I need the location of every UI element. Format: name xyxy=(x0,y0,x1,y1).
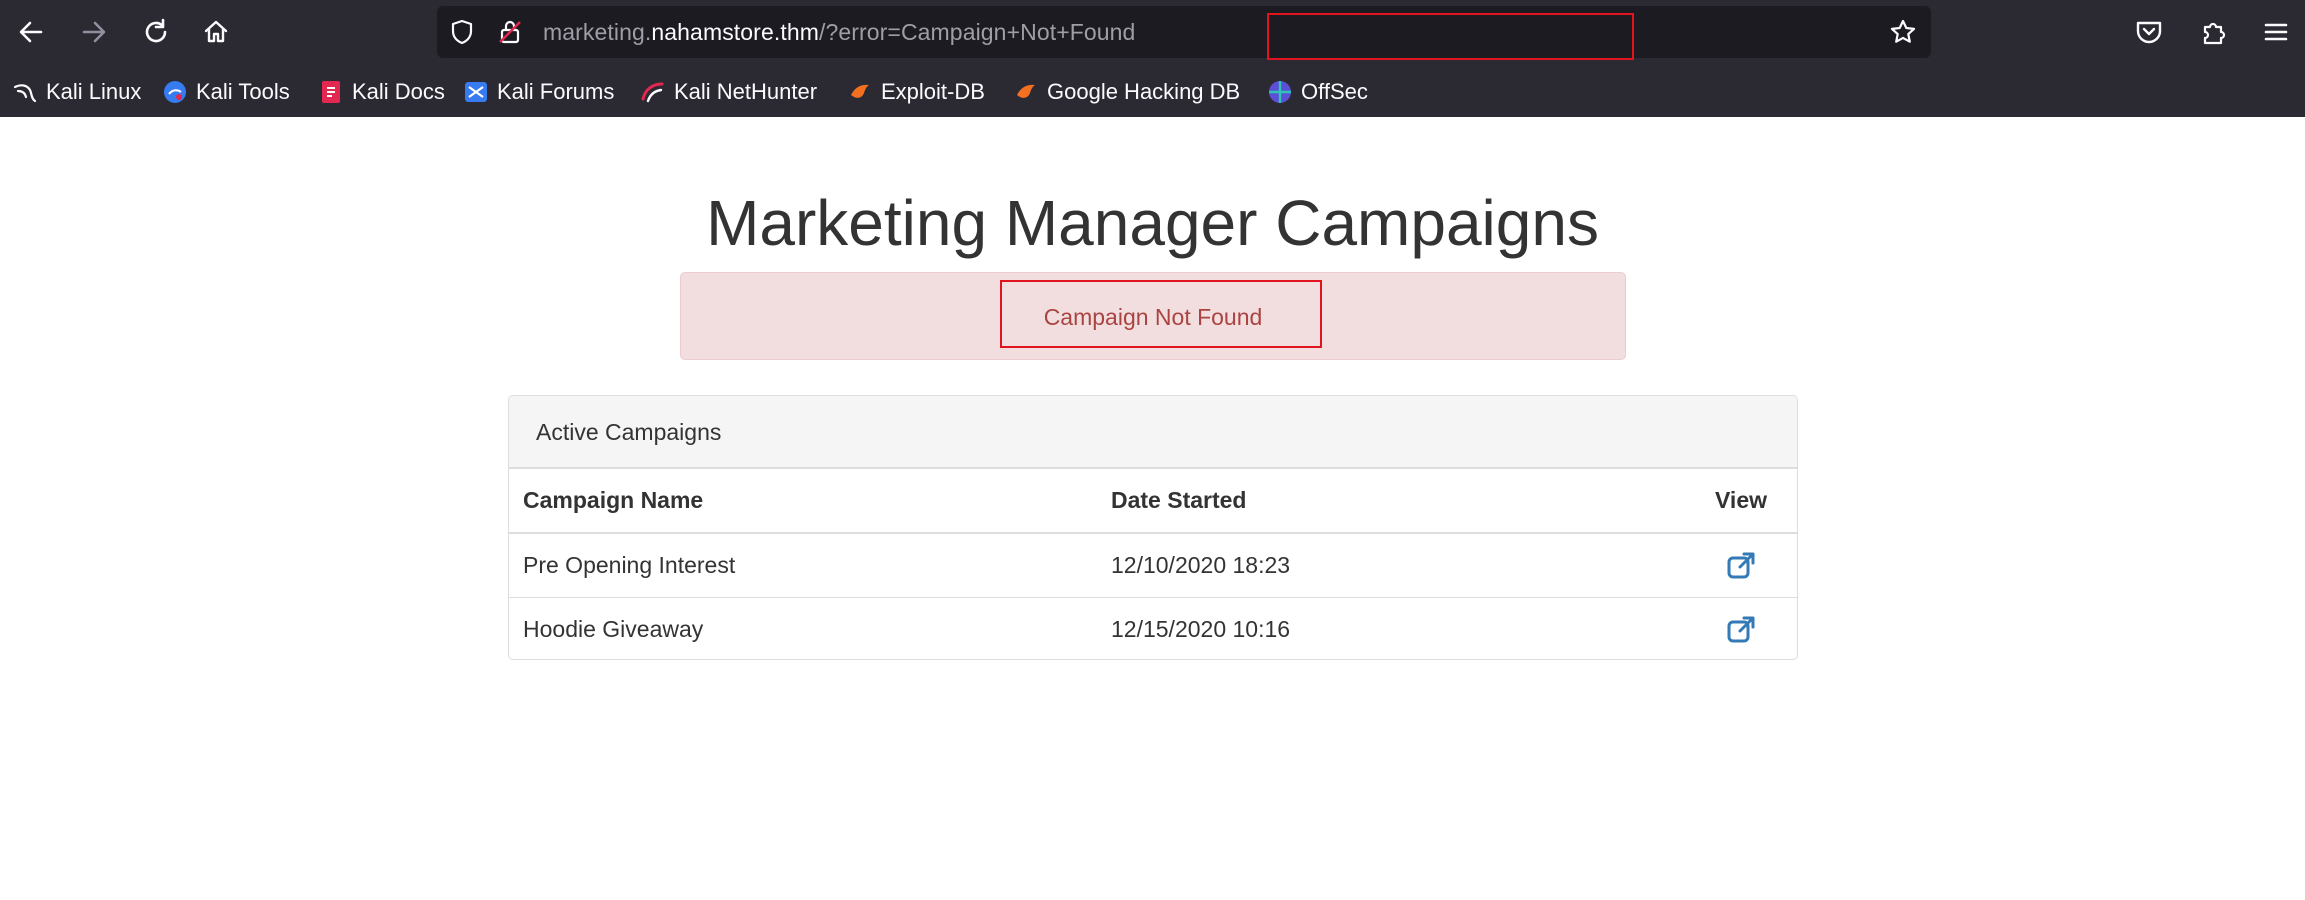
date-started-cell: 12/10/2020 18:23 xyxy=(1097,532,1685,598)
bookmark-star-icon[interactable] xyxy=(1889,18,1917,46)
bookmark-label: Kali Tools xyxy=(196,79,290,104)
bookmark-label: Exploit-DB xyxy=(881,79,985,104)
bookmark-kali-forums[interactable]: Kali Forums xyxy=(463,72,614,112)
bookmark-kali-docs[interactable]: Kali Docs xyxy=(318,72,445,112)
page-title: Marketing Manager Campaigns xyxy=(706,187,1599,259)
menu-hamburger-icon[interactable] xyxy=(2261,17,2291,47)
kali-forums-icon xyxy=(465,82,487,102)
url-path: /?error=Campaign+Not+Found xyxy=(818,19,1136,45)
bookmark-label: Kali NetHunter xyxy=(674,79,818,104)
google-hacking-db-icon xyxy=(1017,84,1035,98)
bookmark-label: Kali Forums xyxy=(497,79,615,104)
campaign-name-cell: Pre Opening Interest xyxy=(509,532,1097,598)
column-header-view: View xyxy=(1685,468,1797,534)
pocket-icon[interactable] xyxy=(2134,17,2164,47)
extensions-puzzle-icon[interactable] xyxy=(2199,17,2229,47)
table-row: Pre Opening Interest 12/10/2020 18:23 xyxy=(509,532,1797,598)
panel-heading: Active Campaigns xyxy=(509,396,1797,468)
back-button[interactable] xyxy=(12,13,50,51)
bookmark-label: Kali Linux xyxy=(46,79,142,104)
url-domain: nahamstore.thm xyxy=(651,19,819,45)
campaigns-panel: Active Campaigns Campaign Name Date Star… xyxy=(508,395,1798,660)
back-arrow-icon xyxy=(19,21,43,43)
bookmark-kali-tools[interactable]: Kali Tools xyxy=(162,72,290,112)
bookmark-label: Google Hacking DB xyxy=(1047,79,1241,104)
kali-dragon-icon xyxy=(13,84,37,103)
bookmark-kali-linux[interactable]: Kali Linux xyxy=(12,72,141,112)
browser-chrome: marketing.nahamstore.thm/?error=Campaign… xyxy=(0,0,2305,117)
navigation-toolbar: marketing.nahamstore.thm/?error=Campaign… xyxy=(0,0,2305,66)
campaign-name-cell: Hoodie Giveaway xyxy=(509,597,1097,659)
offsec-icon xyxy=(1269,81,1291,103)
home-button[interactable] xyxy=(197,13,235,51)
kali-nethunter-icon xyxy=(641,82,664,103)
url-subdomain: marketing. xyxy=(543,19,652,45)
view-cell xyxy=(1685,597,1797,659)
reload-icon xyxy=(145,18,167,43)
tracking-protection-shield-icon[interactable] xyxy=(449,19,475,45)
error-alert: Campaign Not Found xyxy=(680,272,1626,360)
column-header-date-started: Date Started xyxy=(1097,468,1685,534)
bookmarks-toolbar: Kali Linux Kali Tools Kali Docs Kali For… xyxy=(0,72,2305,112)
forward-button[interactable] xyxy=(75,13,113,51)
url-text[interactable]: marketing.nahamstore.thm/?error=Campaign… xyxy=(543,6,1135,58)
table-header-row: Campaign Name Date Started View xyxy=(509,468,1797,534)
bookmark-google-hacking-db[interactable]: Google Hacking DB xyxy=(1013,72,1240,112)
campaigns-table: Campaign Name Date Started View Pre Open… xyxy=(509,468,1797,659)
kali-tools-icon xyxy=(164,81,186,103)
address-bar[interactable]: marketing.nahamstore.thm/?error=Campaign… xyxy=(437,6,1931,60)
column-header-campaign-name: Campaign Name xyxy=(509,468,1097,534)
date-started-cell: 12/15/2020 10:16 xyxy=(1097,597,1685,659)
external-link-icon[interactable] xyxy=(1726,551,1756,581)
kali-docs-icon xyxy=(322,81,340,103)
bookmark-label: Kali Docs xyxy=(352,79,445,104)
bookmark-offsec[interactable]: OffSec xyxy=(1267,72,1368,112)
forward-arrow-icon xyxy=(82,21,106,43)
reload-button[interactable] xyxy=(137,13,175,51)
external-link-icon[interactable] xyxy=(1726,615,1756,645)
table-row: Hoodie Giveaway 12/15/2020 10:16 xyxy=(509,597,1797,659)
home-icon xyxy=(204,20,228,43)
bookmark-label: OffSec xyxy=(1301,79,1368,104)
url-query-highlight-box xyxy=(1267,13,1634,60)
exploit-db-icon xyxy=(851,84,869,98)
alert-highlight-box xyxy=(1000,280,1322,348)
insecure-lock-icon[interactable] xyxy=(497,19,523,45)
bookmark-kali-nethunter[interactable]: Kali NetHunter xyxy=(640,72,817,112)
bookmark-exploit-db[interactable]: Exploit-DB xyxy=(847,72,985,112)
view-cell xyxy=(1685,532,1797,598)
